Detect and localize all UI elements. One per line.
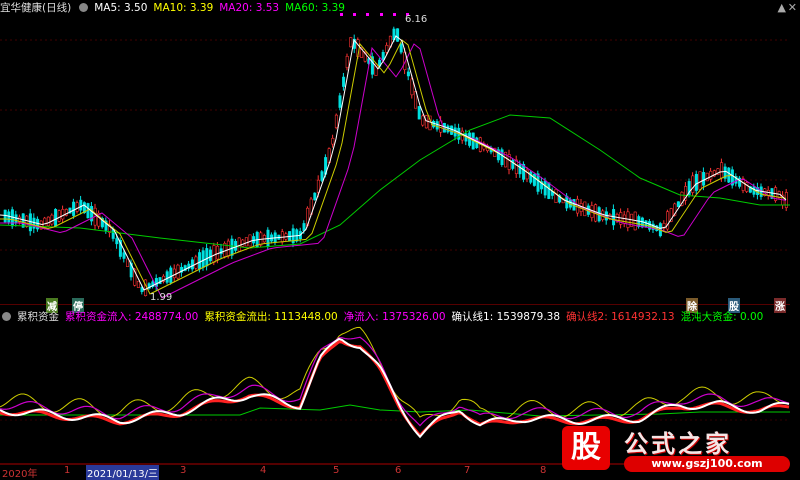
candle-body [72,201,76,216]
candle-body [676,201,680,207]
candle-body [194,256,198,269]
candle-body [500,149,504,166]
candle-body [54,209,58,227]
candle-body [205,248,209,267]
candle-body [698,171,702,190]
price-chart[interactable] [0,0,790,305]
candle-body [320,171,324,181]
candle-body [334,114,338,128]
signal-tag-rise[interactable]: 涨 [774,298,786,313]
candle-body [435,121,439,130]
indicator-settings-icon[interactable] [2,312,11,321]
watermark-url: www.gszj100.com [624,456,790,472]
candle-body [349,37,353,48]
candle-body [165,271,169,283]
date-m3: 3 [180,465,187,476]
candle-body [331,137,335,145]
candle-body [694,173,698,191]
candle-body [446,125,450,133]
date-m5: 5 [333,465,340,476]
date-m4: 4 [260,465,267,476]
date-year: 2020年 [2,469,38,480]
candle-body [342,76,346,87]
watermark-logo: 股 公式之家 www.gszj100.com [562,424,794,476]
candle-body [345,56,349,68]
candle-body [198,252,202,270]
candle-body [741,178,745,191]
candle-body [208,249,212,262]
candle-body [122,252,126,259]
candle-body [61,209,65,220]
candle-body [136,280,140,288]
candle-body [691,175,695,193]
candle-body [248,234,252,247]
candle-body [709,170,713,180]
candle-body [432,120,436,128]
indicator-title[interactable]: 累积资金 [17,311,59,323]
candle-body [381,52,385,60]
candle-body [705,172,709,182]
confirm1-label: 确认线1: 1539879.38 [451,311,561,323]
candle-body [543,180,547,196]
candle-body [216,245,220,260]
candle-body [406,71,410,77]
candle-body [554,189,558,203]
candle-body [252,236,256,244]
date-m7: 7 [464,465,471,476]
candle-body [126,258,130,267]
candle-body [241,239,245,247]
watermark-url-text: www.gszj100.com [651,457,763,470]
candle-body [644,220,648,228]
candle-body [385,44,389,53]
low-price-label: 1.99 [150,292,173,303]
candle-body [702,172,706,186]
candle-body [169,267,173,283]
candle-body [421,115,425,126]
inflow-label: 累积资金流入: 2488774.00 [65,311,199,323]
confirm2-label: 确认线2: 1614932.13 [566,311,675,323]
candle-body [237,237,241,252]
candle-body [417,106,421,120]
candle-body [50,214,54,225]
date-m8: 8 [540,465,547,476]
candle-body [244,237,248,247]
candle-body [727,167,731,183]
watermark-name: 公式之家 [624,429,732,458]
indicator-header: 累积资金 累积资金流入: 2488774.00 累积资金流出: 1113448.00… [0,310,769,324]
watermark-badge: 股 [562,426,610,470]
candle-body [424,115,428,129]
candle-body [201,250,205,268]
date-cursor[interactable]: 2021/01/13/三 [86,465,160,480]
candle-body [172,268,176,279]
candle-body [46,216,50,227]
chaos-label: 混沌大资金: 0.00 [680,311,764,323]
candle-body [79,199,83,211]
candle-body [190,259,194,270]
candle-body [230,238,234,256]
candle-body [75,202,79,212]
candle-body [302,223,306,231]
candle-body [399,43,403,53]
candle-body [547,182,551,199]
candle-body [518,164,522,175]
candle-body [745,182,749,192]
candle-body [720,162,724,179]
candle-body [338,95,342,108]
candle-body [212,245,216,263]
candle-body [115,238,119,245]
candle-body [532,173,536,186]
date-m1: 1 [64,465,71,476]
candle-body [176,264,180,279]
date-m6: 6 [395,465,402,476]
outflow-label: 累积资金流出: 1113448.00 [204,311,338,323]
candle-body [396,28,400,42]
candle-body [57,210,61,222]
net-label: 净流入: 1375326.00 [343,311,446,323]
candle-body [313,192,317,201]
candle-body [226,240,230,257]
high-price-label: 6.16 [405,14,428,25]
candle-body [450,125,454,135]
